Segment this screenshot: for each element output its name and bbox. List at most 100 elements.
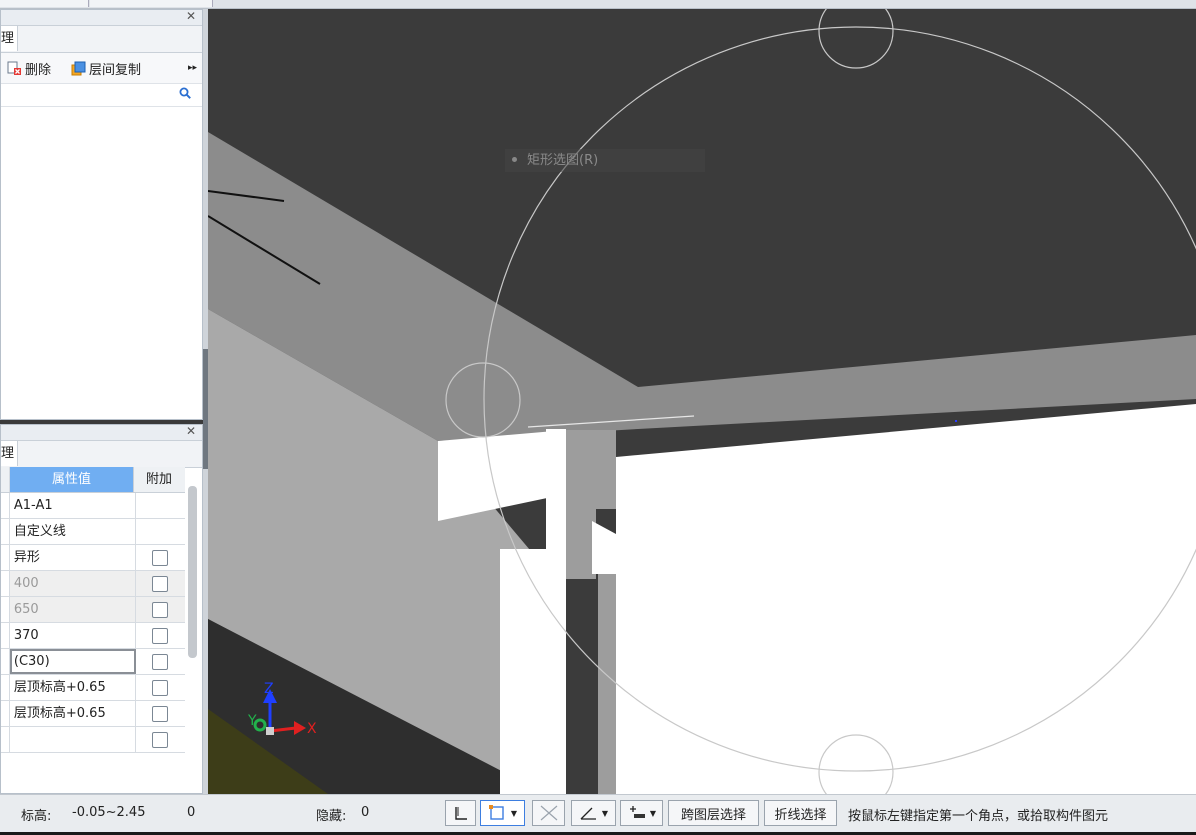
panel-titlebar: ✕ xyxy=(1,9,202,26)
attach-checkbox[interactable] xyxy=(152,549,169,566)
attach-checkbox[interactable] xyxy=(152,653,169,670)
property-row[interactable]: 异形 xyxy=(1,545,185,571)
property-value-cell[interactable]: 层顶标高+0.65 xyxy=(10,701,136,726)
property-name-cell[interactable] xyxy=(1,519,10,544)
polyline-select-button[interactable]: 折线选择 xyxy=(764,800,837,826)
attach-checkbox[interactable] xyxy=(152,601,169,618)
top-tab-stub[interactable] xyxy=(90,0,213,7)
cross-layer-select-button[interactable]: 跨图层选择 xyxy=(668,800,759,826)
copy-floors-label: 层间复制 xyxy=(89,62,142,78)
property-name-cell[interactable] xyxy=(1,597,10,622)
axis-z-label: Z xyxy=(264,681,274,697)
toolbar-overflow-button[interactable]: ▸▸ xyxy=(188,59,197,77)
chevron-down-icon: ▼ xyxy=(601,808,609,818)
panel-tab-row: 理 xyxy=(1,26,202,53)
panel-titlebar: ✕ xyxy=(1,424,202,441)
tab-management[interactable]: 理 xyxy=(1,441,18,466)
top-tab-stub[interactable] xyxy=(0,0,89,7)
header-name-col xyxy=(1,467,10,492)
column-white xyxy=(546,429,566,794)
search-row xyxy=(1,84,202,107)
tab-management[interactable]: 理 xyxy=(1,26,18,51)
property-row[interactable]: 400 xyxy=(1,571,185,597)
column-grey xyxy=(598,574,616,794)
cross-snap-button[interactable] xyxy=(532,800,565,826)
property-name-cell[interactable] xyxy=(1,675,10,700)
attach-cell xyxy=(136,701,185,726)
attach-cell xyxy=(136,571,185,596)
attach-cell xyxy=(136,519,185,544)
attach-checkbox[interactable] xyxy=(152,627,169,644)
property-value-cell[interactable]: A1-A1 xyxy=(10,493,136,518)
beam-step-grey xyxy=(566,430,616,509)
hidden-label: 隐藏: xyxy=(316,809,347,824)
property-value-cell[interactable]: 自定义线 xyxy=(10,519,136,544)
attach-cell xyxy=(136,675,185,700)
property-name-cell[interactable] xyxy=(1,727,10,752)
tab-label: 理 xyxy=(1,31,15,46)
property-row[interactable]: A1-A1 xyxy=(1,493,185,519)
offset-snap-button[interactable]: ▼ xyxy=(620,800,663,826)
attach-checkbox[interactable] xyxy=(152,731,169,748)
component-list-area[interactable] xyxy=(1,107,202,417)
property-value-cell[interactable]: 400 xyxy=(10,571,136,596)
property-grid: 属性值 附加 A1-A1 自定义线 异形 400 650 370 (C30) 层顶标高+0.6… xyxy=(1,467,185,753)
elevation-label: 标高: xyxy=(21,809,52,824)
attach-cell xyxy=(136,623,185,648)
close-icon[interactable]: ✕ xyxy=(186,424,196,438)
property-scrollbar[interactable] xyxy=(188,486,197,658)
property-value-cell[interactable]: 层顶标高+0.65 xyxy=(10,675,136,700)
snap-toggle-button[interactable]: ▼ xyxy=(480,800,525,826)
property-row[interactable]: (C30) xyxy=(1,649,185,675)
chevron-down-icon: ▼ xyxy=(649,808,657,818)
property-row[interactable] xyxy=(1,727,185,753)
menu-item-label: 矩形选图(R) xyxy=(527,153,599,168)
attach-cell xyxy=(136,727,185,752)
property-row[interactable]: 层顶标高+0.65 xyxy=(1,675,185,701)
property-row[interactable]: 650 xyxy=(1,597,185,623)
cross-icon xyxy=(540,805,557,821)
3d-viewport[interactable]: Z Y X xyxy=(208,9,1196,794)
search-icon[interactable] xyxy=(179,87,192,104)
property-name-cell[interactable] xyxy=(1,623,10,648)
viewport-scene: Z Y X xyxy=(208,9,1196,794)
angle-snap-button[interactable]: ▼ xyxy=(571,800,616,826)
attach-checkbox[interactable] xyxy=(152,575,169,592)
ortho-toggle-button[interactable] xyxy=(445,800,476,826)
delete-button[interactable]: 删除 xyxy=(7,59,52,78)
property-value-cell[interactable]: (C30) xyxy=(9,649,136,674)
property-name-cell[interactable] xyxy=(1,571,10,596)
attach-checkbox[interactable] xyxy=(152,705,169,722)
axis-x-label: X xyxy=(307,721,317,737)
property-value-cell[interactable]: 370 xyxy=(10,623,136,648)
angle-icon xyxy=(580,807,596,820)
beam-step-grey xyxy=(566,509,596,579)
rectangle-select-menu-item[interactable]: 矩形选图(R) xyxy=(505,149,705,172)
copy-between-floors-button[interactable]: 层间复制 xyxy=(71,59,142,78)
property-row[interactable]: 层顶标高+0.65 xyxy=(1,701,185,727)
property-value-cell[interactable]: 650 xyxy=(10,597,136,622)
attach-cell xyxy=(136,545,185,570)
property-row[interactable]: 370 xyxy=(1,623,185,649)
close-icon[interactable]: ✕ xyxy=(186,9,196,23)
snap-circle-top xyxy=(818,9,894,69)
column-white xyxy=(500,549,546,794)
status-bar: 标高: -0.05~2.45 0 隐藏: 0 ▼ ▼ ▼ 跨图层选择 折线选择 … xyxy=(0,794,1196,833)
property-name-cell[interactable] xyxy=(1,701,10,726)
menu-bullet-icon xyxy=(512,157,517,162)
copy-floors-icon xyxy=(71,61,86,76)
search-input[interactable] xyxy=(1,84,184,104)
beam-face-right xyxy=(616,404,1196,794)
attach-checkbox[interactable] xyxy=(152,679,169,696)
hidden-value: 0 xyxy=(361,805,370,820)
property-value-cell[interactable]: 异形 xyxy=(10,545,136,570)
property-name-cell[interactable] xyxy=(1,649,10,674)
delete-label: 删除 xyxy=(25,62,52,78)
property-value-cell[interactable] xyxy=(10,727,136,752)
attach-cell xyxy=(136,649,185,674)
property-name-cell[interactable] xyxy=(1,545,10,570)
axis-y-label: Y xyxy=(247,713,257,729)
property-name-cell[interactable] xyxy=(1,493,10,518)
property-row[interactable]: 自定义线 xyxy=(1,519,185,545)
snap-rect-icon xyxy=(488,805,504,820)
